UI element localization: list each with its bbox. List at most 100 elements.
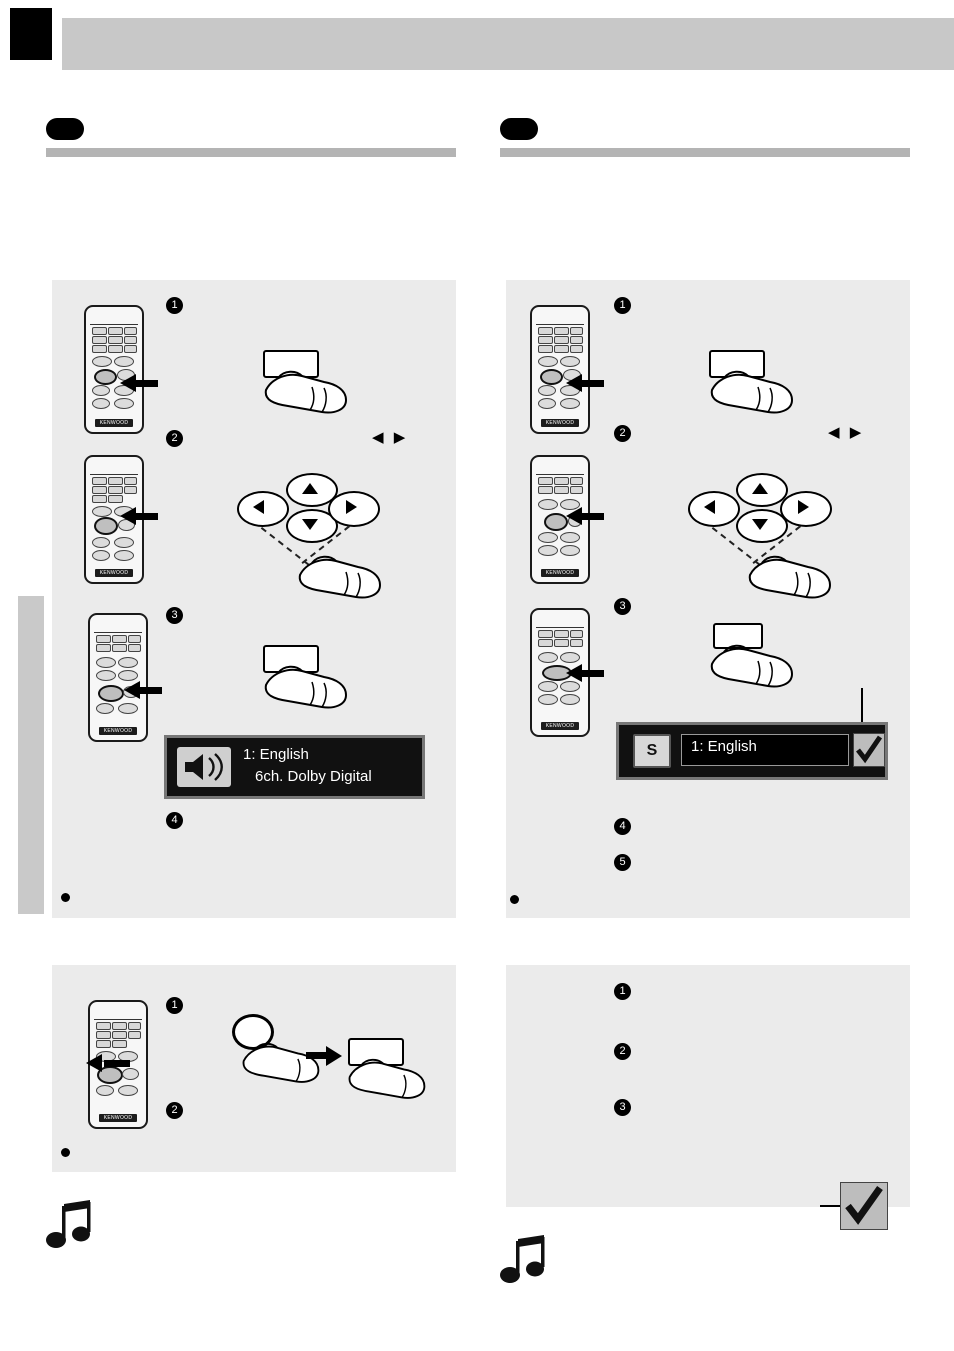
remote-button [92,356,112,367]
remote-button [112,1022,127,1030]
remote-button [570,345,583,353]
side-index-tab [18,596,44,914]
remote-button [538,327,553,335]
remote-brand-plate: KENWOOD [95,569,133,577]
bullet-dot [61,893,70,902]
pointer-stem [136,380,158,387]
remote-button [538,477,553,485]
remote-brand-label: KENWOOD [99,570,129,576]
remote-button [114,398,134,409]
bullet-dot [510,895,519,904]
remote-button [570,327,583,335]
remote-button [538,398,556,409]
remote-button [122,1068,139,1080]
pointer-stem [582,670,604,677]
remote-button [96,1022,111,1030]
hand-press-illustration [746,545,832,599]
remote-button [560,545,580,556]
left-right-arrow-glyphs: ◀ ▶ [372,429,409,446]
right-bottom-panel [506,965,910,1207]
remote-button [118,1085,138,1096]
left-section-rule [46,148,456,157]
remote-top-strip [90,311,138,325]
remote-brand-plate: KENWOOD [99,727,137,735]
highlighted-key [98,685,124,702]
remote-button [554,639,569,647]
pointer-stem [140,687,162,694]
step-number: 3 [614,598,631,615]
remote-button [118,670,138,681]
pointer-stem [136,513,158,520]
remote-button [108,336,123,344]
remote-button [560,356,580,367]
remote-top-strip [536,614,584,628]
remote-button [92,537,110,548]
step-number: 1 [614,297,631,314]
remote-button [114,550,134,561]
checkmark-icon [840,1182,888,1230]
remote-button [538,694,558,705]
left-right-arrow-glyphs: ◀ ▶ [828,424,865,441]
remote-button [554,486,569,494]
remote-button [560,681,580,692]
step-number: 1 [614,983,631,1000]
remote-button [538,681,558,692]
remote-button [560,532,580,543]
remote-button [92,486,107,494]
remote-button [114,356,134,367]
pointer-arrow [124,681,140,699]
remote-button [538,486,553,494]
pointer-arrow [566,664,582,682]
pointer-arrow [86,1054,102,1072]
remote-button [538,652,558,663]
remote-button [124,336,137,344]
flow-arrow-head [326,1046,342,1066]
remote-button [108,477,123,485]
speaker-icon [177,747,231,787]
hand-press-illustration [296,545,382,599]
remote-button [124,477,137,485]
remote-button [570,630,583,638]
remote-button [92,398,110,409]
header-black-tab [10,8,52,60]
remote-button [554,336,569,344]
highlighted-key [540,369,563,385]
step-number: 3 [166,607,183,624]
remote-button [554,630,569,638]
remote-button [96,1040,111,1048]
remote-top-strip [90,461,138,475]
remote-brand-label: KENWOOD [545,723,575,729]
remote-brand-label: KENWOOD [103,1115,133,1121]
remote-brand-plate: KENWOOD [541,419,579,427]
remote-button [538,356,558,367]
remote-button [538,385,556,396]
remote-button [96,670,116,681]
remote-illustration-right-1: KENWOOD [530,305,590,434]
remote-brand-label: KENWOOD [103,728,133,734]
subtitle-badge: S [633,734,671,768]
remote-button [570,639,583,647]
cursor-right-icon [346,500,357,514]
hand-press-illustration [708,360,794,414]
remote-button [114,537,134,548]
right-section-marker [500,118,538,140]
remote-brand-label: KENWOOD [545,570,575,576]
cursor-right-icon [798,500,809,514]
remote-button [124,345,137,353]
step-number: 1 [166,297,183,314]
osd-display-left: 1: English 6ch. Dolby Digital [164,735,425,799]
step-number: 4 [166,812,183,829]
remote-button [96,703,114,714]
remote-button [570,477,583,485]
left-section-marker [46,118,84,140]
remote-brand-label: KENWOOD [545,420,575,426]
remote-button [560,398,580,409]
pointer-arrow [120,374,136,392]
remote-button [92,477,107,485]
remote-brand-plate: KENWOOD [541,722,579,730]
remote-button [108,345,123,353]
remote-button [124,327,137,335]
remote-button [92,385,110,396]
bullet-dot [61,1148,70,1157]
highlighted-key [94,369,117,385]
